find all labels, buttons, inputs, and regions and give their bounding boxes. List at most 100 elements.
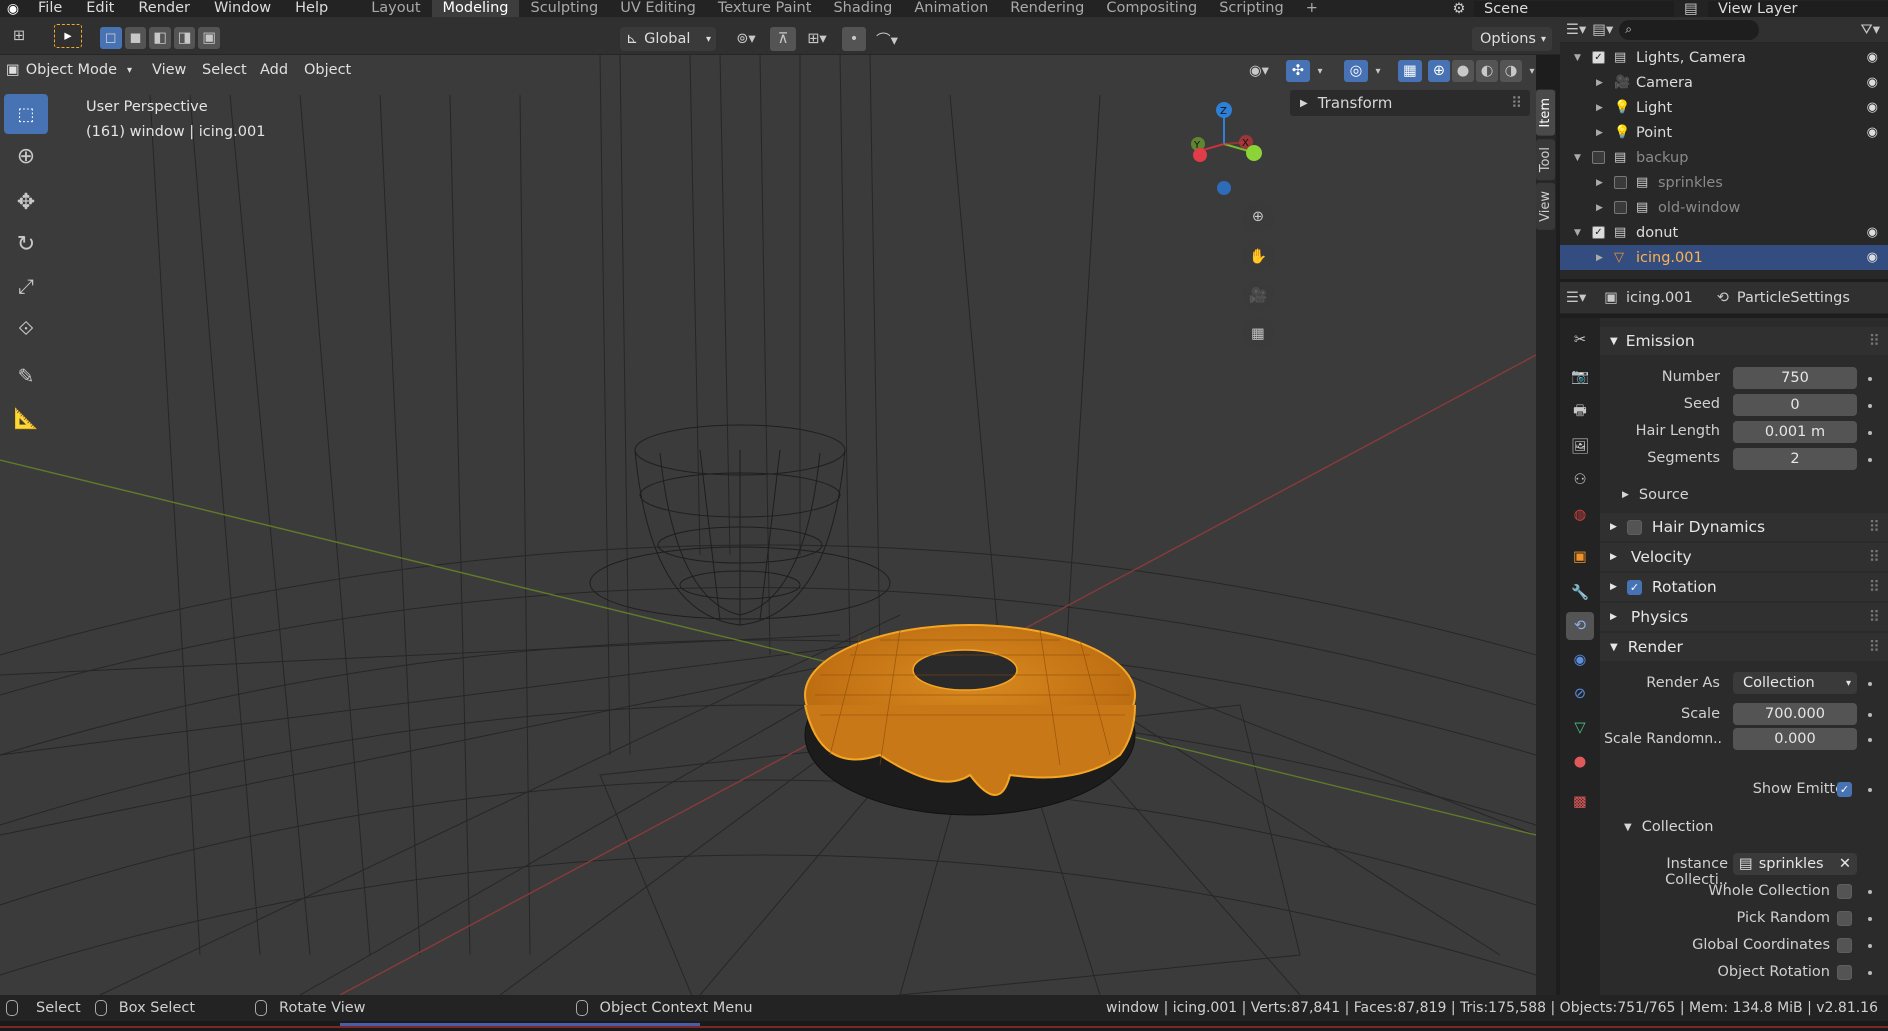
tab-rendering[interactable]: Rendering [999,0,1095,17]
cursor-tool[interactable]: ⊕ [4,136,48,176]
chevron-right-icon[interactable]: ▶ [1596,128,1603,138]
instance-collection-field[interactable]: ▤ sprinkles ✕ [1733,853,1857,875]
source-subpanel-header[interactable]: ▶ Source [1622,487,1689,503]
eye-icon[interactable]: ◉ [1867,100,1878,115]
visibility-toggle-icon[interactable]: ◉▾ [1242,60,1276,82]
chevron-down-icon[interactable]: ▼ [1574,153,1581,163]
outliner-row[interactable]: ▼ ✓ ▤ Lights, Camera ◉ [1560,45,1888,70]
tab-texture-paint[interactable]: Texture Paint [707,0,823,17]
rendered-shading-icon[interactable]: ◑ [1500,60,1522,82]
keyframe-dot-icon[interactable] [1868,682,1872,686]
exclude-checkbox[interactable]: ✓ [1592,226,1605,239]
tab-layout[interactable]: Layout [360,0,431,17]
select-intersect-icon[interactable]: ▣ [198,27,220,49]
menu-render[interactable]: Render [126,0,202,17]
pivot-point-icon[interactable]: ⊚▾ [728,27,764,51]
rotation-panel-header[interactable]: ▶ ✓ Rotation ⠿ [1600,573,1888,601]
select-tool-icon[interactable]: ▸ [54,24,82,48]
blender-logo-icon[interactable]: ◉ [0,1,26,17]
tab-view-layer[interactable]: 🖼 [1566,432,1594,460]
mode-dropdown[interactable]: ▣ Object Mode ▾ [6,59,132,81]
object-rotation-checkbox[interactable] [1837,965,1852,980]
material-shading-icon[interactable]: ◐ [1476,60,1498,82]
add-workspace-button[interactable]: + [1295,0,1329,17]
shading-mode-group[interactable]: ⊕ ● ◐ ◑ [1428,60,1524,82]
exclude-checkbox[interactable] [1614,201,1627,214]
keyframe-dot-icon[interactable] [1868,944,1872,948]
tab-shading[interactable]: Shading [822,0,903,17]
outliner-row[interactable]: ▶ ▽ icing.001 ◉ [1560,245,1888,270]
velocity-panel-header[interactable]: ▶ Velocity ⠿ [1600,543,1888,571]
tab-modifiers[interactable]: 🔧 [1566,578,1594,606]
tab-scripting[interactable]: Scripting [1208,0,1294,17]
seed-field[interactable]: 0 [1733,394,1857,416]
physics-panel-header[interactable]: ▶ Physics ⠿ [1600,603,1888,631]
viewport-menu-add[interactable]: Add [250,62,298,78]
hair-length-field[interactable]: 0.001 m [1733,421,1857,443]
gizmo-toggle-icon[interactable]: ✣ [1286,60,1310,82]
viewport-menu-select[interactable]: Select [192,62,257,78]
drag-handle-icon[interactable]: ⠿ [1869,608,1880,626]
drag-handle-icon[interactable]: ⠿ [1869,332,1880,350]
scene-name[interactable]: Scene [1474,0,1674,17]
view-layer-name[interactable]: View Layer [1708,0,1888,17]
transform-tool[interactable]: ⟐ [4,308,48,348]
editor-type-icon[interactable]: ☰▾ [1566,290,1586,306]
drag-handle-icon[interactable]: ⠿ [1511,94,1522,112]
outliner-row[interactable]: ▶ 🎥 Camera ◉ [1560,70,1888,95]
navigation-gizmo[interactable]: Z Y X [1180,100,1270,210]
solid-shading-icon[interactable]: ● [1452,60,1474,82]
chevron-right-icon[interactable]: ▶ [1596,253,1603,263]
collection-subpanel-header[interactable]: ▼ Collection [1624,819,1713,835]
tab-modeling[interactable]: Modeling [431,0,520,17]
show-emitter-checkbox[interactable]: ✓ [1837,782,1852,797]
keyframe-dot-icon[interactable] [1868,917,1872,921]
tab-uv-editing[interactable]: UV Editing [609,0,707,17]
outliner-row[interactable]: ▶ 💡 Light ◉ [1560,95,1888,120]
tab-texture[interactable]: ▩ [1566,788,1594,816]
keyframe-dot-icon[interactable] [1868,458,1872,462]
menu-window[interactable]: Window [202,0,283,17]
scale-field[interactable]: 700.000 [1733,703,1857,725]
drag-handle-icon[interactable]: ⠿ [1869,548,1880,566]
tab-render[interactable]: 📷 [1566,362,1594,390]
tab-scene[interactable]: ⚇ [1566,466,1594,494]
select-extend-icon[interactable]: ◼ [124,27,147,49]
outliner-row[interactable]: ▼ ▤ backup [1560,145,1888,170]
eye-icon[interactable]: ◉ [1867,125,1878,140]
chevron-right-icon[interactable]: ▶ [1596,178,1603,188]
outliner-row[interactable]: ▶ ▤ old-window [1560,195,1888,220]
hair-dynamics-checkbox[interactable] [1626,519,1642,535]
3d-viewport[interactable] [0,55,1536,995]
drag-handle-icon[interactable]: ⠿ [1869,518,1880,536]
outliner-row[interactable]: ▶ 💡 Point ◉ [1560,120,1888,145]
outliner-row[interactable]: ▼ ✓ ▤ donut ◉ [1560,220,1888,245]
annotate-tool[interactable]: ✎ [4,356,48,396]
editor-type-icon[interactable]: ⊞ [4,24,34,48]
tab-physics[interactable]: ◉ [1566,646,1594,674]
tab-output[interactable]: 🖶 [1566,398,1594,426]
display-mode-icon[interactable]: ▤▾ [1592,22,1613,38]
eye-icon[interactable]: ◉ [1867,225,1878,240]
exclude-checkbox[interactable] [1592,151,1605,164]
viewport-menu-object[interactable]: Object [294,62,361,78]
filter-icon[interactable]: ⛛▾ [1861,22,1880,38]
camera-view-button[interactable]: 🎥 [1242,279,1274,311]
editor-type-icon[interactable]: ☰▾ [1566,22,1586,38]
scale-random-field[interactable]: 0.000 [1733,728,1857,750]
outliner-row[interactable]: ▶ ▤ sprinkles [1560,170,1888,195]
keyframe-dot-icon[interactable] [1868,377,1872,381]
keyframe-dot-icon[interactable] [1868,788,1872,792]
select-subtract-icon[interactable]: ◧ [149,27,171,49]
tab-animation[interactable]: Animation [903,0,999,17]
segments-field[interactable]: 2 [1733,448,1857,470]
snap-icon[interactable]: ⊼ [770,27,796,51]
keyframe-dot-icon[interactable] [1868,890,1872,894]
eye-icon[interactable]: ◉ [1867,50,1878,65]
options-dropdown[interactable]: Options ▾ [1472,27,1552,51]
view-layer-icon[interactable]: ▤ [1674,1,1708,17]
chevron-down-icon[interactable]: ▾ [1370,60,1386,82]
menu-edit[interactable]: Edit [74,0,126,17]
tab-object[interactable]: ▣ [1566,543,1594,571]
tab-material[interactable]: ● [1566,748,1594,776]
